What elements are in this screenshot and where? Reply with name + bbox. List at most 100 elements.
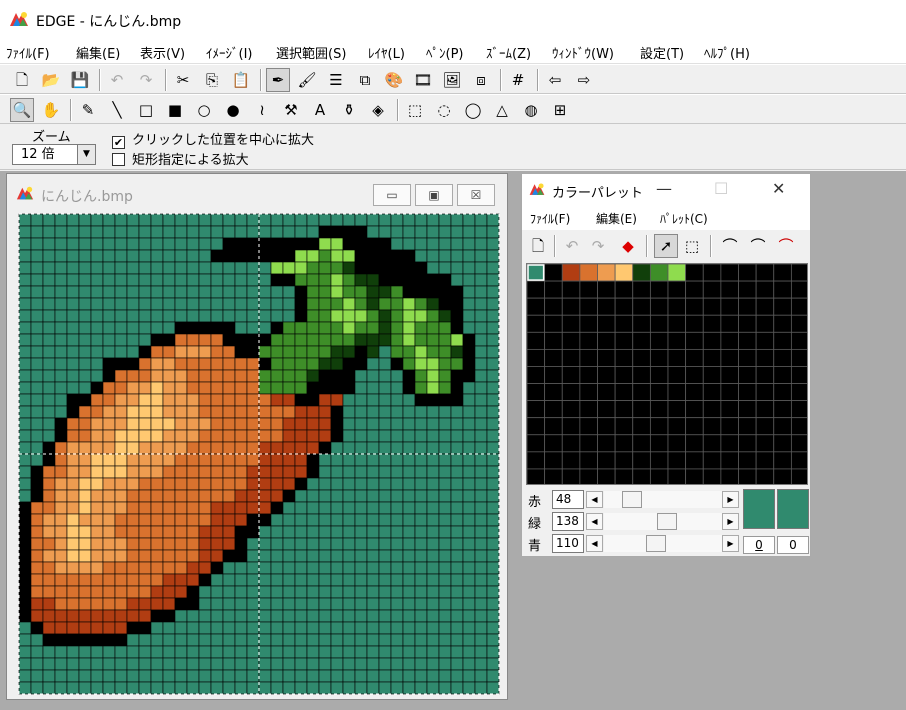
green-slider-thumb[interactable] bbox=[657, 513, 677, 530]
red-value-field[interactable]: 48 bbox=[552, 490, 584, 509]
palette-icon[interactable]: 🎨 bbox=[382, 68, 406, 92]
blue-slider-thumb[interactable] bbox=[646, 535, 666, 552]
menu-item[interactable]: 選択範囲(S) bbox=[276, 43, 346, 62]
pixel-image[interactable] bbox=[17, 212, 501, 696]
menu-item[interactable]: ﾍﾟﾝ(P) bbox=[426, 43, 463, 62]
red-slider-thumb[interactable] bbox=[622, 491, 642, 508]
gradient-icon[interactable]: ⌒ bbox=[718, 234, 742, 258]
menu-item[interactable]: ﾚｲﾔ(L) bbox=[368, 43, 405, 62]
polygon-select-icon[interactable]: △ bbox=[490, 98, 514, 122]
ellipse-select-icon[interactable]: ◌ bbox=[432, 98, 456, 122]
palette-window-title: カラーパレット bbox=[552, 186, 643, 201]
hand-tool-icon[interactable]: ✋ bbox=[39, 98, 63, 122]
spray-tool-icon[interactable]: ⚱ bbox=[337, 98, 361, 122]
undo-icon[interactable]: ↶ bbox=[560, 234, 584, 258]
pixel-canvas[interactable] bbox=[17, 212, 501, 696]
menu-item[interactable]: 編集(E) bbox=[76, 43, 120, 62]
cut-icon[interactable]: ✂ bbox=[171, 68, 195, 92]
palette-grid[interactable] bbox=[526, 263, 808, 485]
palette-menu-item[interactable]: ﾊﾟﾚｯﾄ(C) bbox=[660, 210, 708, 227]
next-image-icon[interactable]: ⇨ bbox=[572, 68, 596, 92]
minimize-icon[interactable]: — bbox=[656, 179, 672, 198]
new-palette-icon[interactable]: 🗋 bbox=[526, 234, 550, 258]
green-increase-icon[interactable]: ▶ bbox=[722, 513, 739, 530]
gradient-red-icon[interactable]: ⌒ bbox=[774, 234, 798, 258]
menu-item[interactable]: ｽﾞｰﾑ(Z) bbox=[486, 43, 531, 62]
close-icon[interactable]: ✕ bbox=[772, 179, 785, 198]
hammer-tool-icon[interactable]: ⚒ bbox=[279, 98, 303, 122]
palette-cell bbox=[544, 383, 563, 402]
palette-cell bbox=[790, 451, 807, 470]
palette-cell bbox=[597, 468, 616, 484]
copy-icon[interactable]: ⎘ bbox=[200, 68, 224, 92]
brush-mode-icon[interactable]: 🖌 bbox=[295, 68, 319, 92]
save-icon[interactable]: 💾 bbox=[68, 68, 92, 92]
color-select-icon[interactable]: ◍ bbox=[519, 98, 543, 122]
red-slider[interactable] bbox=[604, 491, 722, 508]
line-tool-icon[interactable]: ╲ bbox=[105, 98, 129, 122]
zoom-select[interactable]: 12 倍 ▼ bbox=[12, 144, 96, 165]
lasso-select-icon[interactable]: ◯ bbox=[461, 98, 485, 122]
new-file-icon[interactable]: 🗋 bbox=[10, 68, 34, 92]
filled-rect-tool-icon[interactable]: ■ bbox=[163, 98, 187, 122]
curve-tool-icon[interactable]: ≀ bbox=[250, 98, 274, 122]
redo-icon[interactable]: ↷ bbox=[586, 234, 610, 258]
palette-menu-item[interactable]: ﾌｧｲﾙ(F) bbox=[530, 210, 570, 227]
film-icon[interactable]: 🎞 bbox=[411, 68, 435, 92]
open-folder-icon[interactable]: 📂 bbox=[39, 68, 63, 92]
layer-icon[interactable]: ☰ bbox=[324, 68, 348, 92]
green-slider[interactable] bbox=[604, 513, 722, 530]
rect-select-icon[interactable]: ⬚ bbox=[403, 98, 427, 122]
ellipse-tool-icon[interactable]: ○ bbox=[192, 98, 216, 122]
zoom-center-checkbox[interactable]: ✔ クリックした位置を中心に拡大 bbox=[112, 129, 332, 149]
zoom-tool-icon[interactable]: 🔍 bbox=[10, 98, 34, 122]
menu-item[interactable]: ｳｨﾝﾄﾞｳ(W) bbox=[552, 43, 614, 62]
green-value-field[interactable]: 138 bbox=[552, 512, 584, 531]
palette-menu-item[interactable]: 編集(E) bbox=[596, 210, 637, 227]
menu-item[interactable]: 設定(T) bbox=[640, 43, 684, 62]
pen-mode-icon[interactable]: ✒ bbox=[266, 68, 290, 92]
blue-value-field[interactable]: 110 bbox=[552, 534, 584, 553]
blue-decrease-icon[interactable]: ◀ bbox=[586, 535, 603, 552]
green-decrease-icon[interactable]: ◀ bbox=[586, 513, 603, 530]
filled-ellipse-tool-icon[interactable]: ● bbox=[221, 98, 245, 122]
menu-item[interactable]: ｲﾒｰｼﾞ(I) bbox=[206, 43, 252, 62]
checkbox-box[interactable] bbox=[112, 153, 125, 166]
range-select-icon[interactable]: ⬚ bbox=[680, 234, 704, 258]
secondary-color-swatch[interactable] bbox=[777, 489, 809, 529]
pointer-icon[interactable]: ➚ bbox=[654, 234, 678, 258]
menu-item[interactable]: ﾌｧｲﾙ(F) bbox=[6, 43, 50, 62]
rect-tool-icon[interactable]: □ bbox=[134, 98, 158, 122]
palette-window-titlebar[interactable]: カラーパレット — ☐ ✕ bbox=[522, 174, 810, 206]
menu-item[interactable]: 表示(V) bbox=[140, 43, 185, 62]
blue-slider[interactable] bbox=[604, 535, 722, 552]
blue-increase-icon[interactable]: ▶ bbox=[722, 535, 739, 552]
paste-icon[interactable]: 📋 bbox=[229, 68, 253, 92]
gradient-mid-icon[interactable]: ⌒ bbox=[746, 234, 770, 258]
chevron-down-icon[interactable]: ▼ bbox=[77, 145, 95, 164]
undo-icon[interactable]: ↶ bbox=[105, 68, 129, 92]
palette-cell bbox=[667, 400, 687, 419]
transform-select-icon[interactable]: ⊞ bbox=[548, 98, 572, 122]
menu-item[interactable]: ﾍﾙﾌﾟ(H) bbox=[704, 43, 750, 62]
zoom-rect-checkbox[interactable]: 矩形指定による拡大 bbox=[112, 149, 332, 168]
image-window-titlebar[interactable]: にんじん.bmp ▭ ▣ ☒ bbox=[7, 174, 507, 210]
prev-image-icon[interactable]: ⇦ bbox=[543, 68, 567, 92]
primary-color-swatch[interactable] bbox=[743, 489, 775, 529]
pen-tool-icon[interactable]: ✎ bbox=[76, 98, 100, 122]
resize-icon[interactable]: ⧈ bbox=[469, 68, 493, 92]
maximize-button[interactable]: ▣ bbox=[415, 184, 453, 206]
preview-icon[interactable]: 🖼 bbox=[440, 68, 464, 92]
red-increase-icon[interactable]: ▶ bbox=[722, 491, 739, 508]
red-decrease-icon[interactable]: ◀ bbox=[586, 491, 603, 508]
text-tool-icon[interactable]: A bbox=[308, 98, 332, 122]
redo-icon[interactable]: ↷ bbox=[134, 68, 158, 92]
stamp-icon[interactable]: ⧉ bbox=[353, 68, 377, 92]
grid-icon[interactable]: # bbox=[506, 68, 530, 92]
checkbox-box[interactable]: ✔ bbox=[112, 136, 125, 149]
fill-tool-icon[interactable]: ◈ bbox=[366, 98, 390, 122]
color-swap-icon[interactable]: ◆ bbox=[616, 234, 640, 258]
toolbar-separator bbox=[70, 99, 72, 121]
minimize-button[interactable]: ▭ bbox=[373, 184, 411, 206]
close-button[interactable]: ☒ bbox=[457, 184, 495, 206]
